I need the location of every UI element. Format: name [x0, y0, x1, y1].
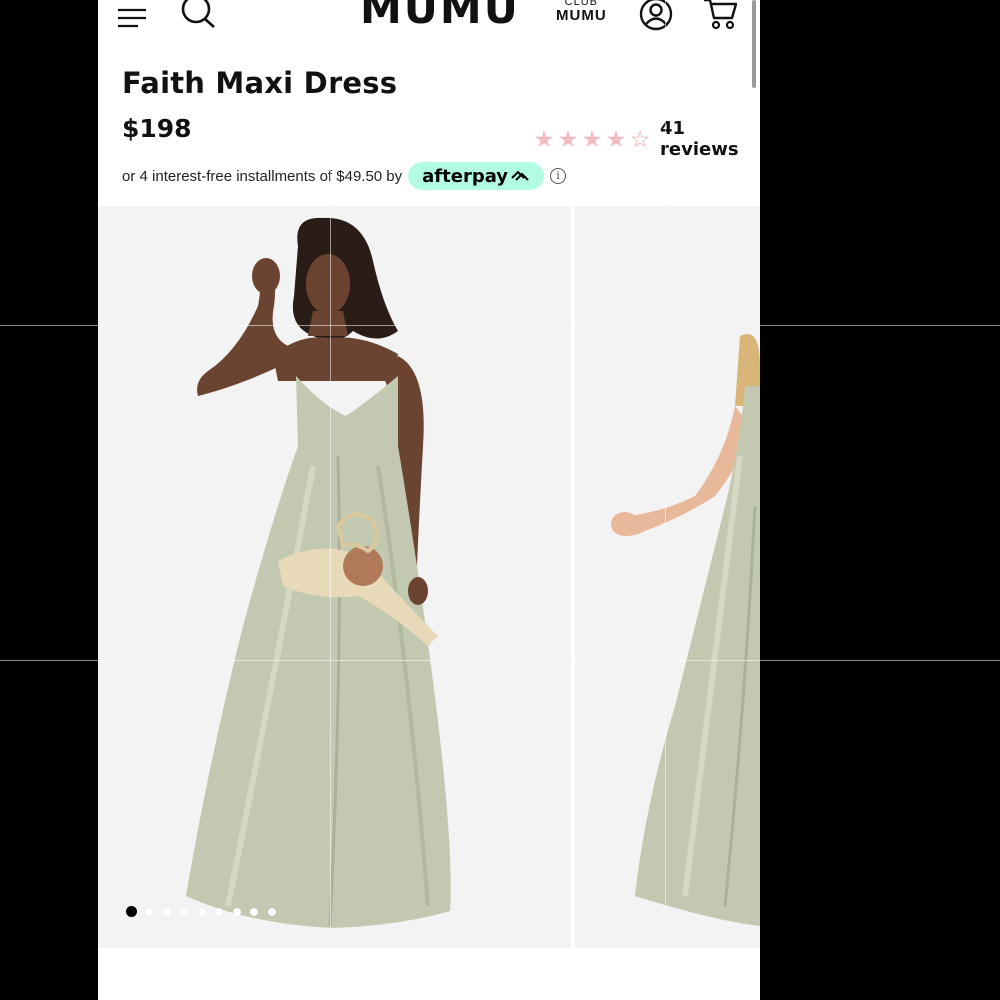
- afterpay-label: afterpay: [422, 165, 509, 187]
- pagination-dot[interactable]: [267, 907, 276, 916]
- gallery-pagination: [126, 906, 285, 917]
- cart-icon[interactable]: [702, 0, 738, 32]
- site-header: MUMU CLUB MUMU: [98, 0, 760, 48]
- search-icon[interactable]: [178, 0, 218, 30]
- product-price: $198: [122, 114, 192, 143]
- pagination-dot[interactable]: [250, 907, 258, 916]
- product-image-front[interactable]: [98, 206, 571, 948]
- product-gallery[interactable]: [98, 206, 760, 948]
- installments-text: or 4 interest-free installments of $49.5…: [122, 167, 403, 185]
- pagination-dot[interactable]: [197, 907, 206, 916]
- pagination-dot-active[interactable]: [126, 906, 137, 917]
- star-filled-icon: ★: [557, 126, 579, 152]
- product-screen: MUMU CLUB MUMU Faith Maxi Dress $198 ★ ★…: [98, 0, 760, 1000]
- pagination-dot[interactable]: [215, 907, 223, 916]
- brand-logo[interactable]: MUMU: [360, 0, 520, 30]
- pagination-dot[interactable]: [162, 907, 171, 916]
- pagination-dot[interactable]: [145, 907, 153, 916]
- menu-icon[interactable]: [116, 4, 148, 28]
- model-front-illustration: [98, 206, 571, 948]
- star-filled-icon: ★: [581, 126, 603, 152]
- star-filled-icon: ★: [533, 126, 555, 152]
- star-empty-icon: ☆: [629, 126, 651, 152]
- product-title: Faith Maxi Dress: [122, 66, 398, 100]
- product-image-side[interactable]: [575, 206, 760, 948]
- rating-stars: ★ ★ ★ ★ ☆: [532, 127, 652, 151]
- afterpay-badge[interactable]: afterpay: [408, 162, 545, 190]
- star-filled-icon: ★: [605, 126, 627, 152]
- pagination-dot[interactable]: [180, 907, 188, 916]
- club-mumu-link[interactable]: CLUB MUMU: [556, 0, 607, 24]
- pagination-dot[interactable]: [232, 907, 241, 916]
- page-scrollbar[interactable]: [752, 0, 756, 88]
- reviews-link[interactable]: 41 reviews: [660, 118, 760, 160]
- afterpay-arrows-icon: [511, 170, 529, 181]
- info-icon[interactable]: i: [550, 168, 567, 184]
- account-icon[interactable]: [638, 0, 674, 32]
- club-brand-label: MUMU: [556, 7, 607, 24]
- product-rating[interactable]: ★ ★ ★ ★ ☆ 41 reviews: [532, 118, 760, 160]
- installments-row: or 4 interest-free installments of $49.5…: [122, 162, 567, 190]
- model-side-illustration: [575, 206, 760, 948]
